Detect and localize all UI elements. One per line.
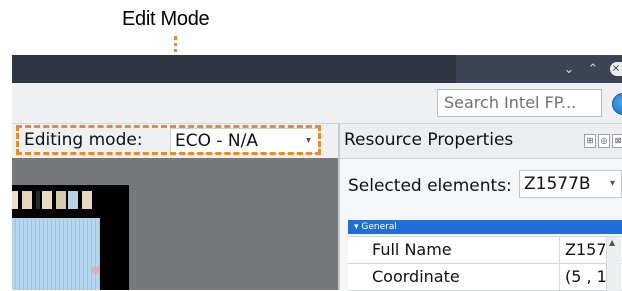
floorplan-column: [12, 191, 18, 209]
property-name: Coordinate: [348, 264, 560, 290]
properties-table: Full Name Z157 Coordinate (5 , 1 ▲: [348, 236, 622, 291]
chip-canvas[interactable]: [12, 158, 338, 290]
editing-mode-select[interactable]: ECO - N/A ▾: [170, 128, 320, 154]
table-scrollbar[interactable]: ▲: [606, 237, 621, 291]
floorplan-column: [68, 191, 78, 209]
close-icon[interactable]: ×: [610, 62, 622, 76]
editing-mode-label: Editing mode:: [24, 130, 143, 150]
floorplan-marker: [92, 266, 100, 274]
chevron-down-icon[interactable]: ⌄: [562, 62, 576, 77]
selected-elements-select[interactable]: Z1577B ▾: [519, 170, 622, 198]
property-value: (5 , 1: [565, 267, 607, 286]
panel-controls: ⊞ ◎ ⊠: [584, 134, 622, 148]
chevron-down-icon: ▾: [305, 135, 311, 146]
floorplan-column: [42, 191, 52, 209]
general-group-label: General: [361, 222, 397, 232]
floorplan-column: [82, 191, 92, 209]
close-panel-icon[interactable]: ⊠: [612, 134, 622, 148]
floorplan-column: [22, 191, 32, 209]
table-row[interactable]: Full Name Z157: [348, 237, 622, 264]
editing-mode-row: Editing mode: ECO - N/A ▾: [12, 124, 338, 159]
edit-mode-callout-title: Edit Mode: [122, 8, 210, 30]
chevron-down-icon: ▾: [609, 178, 615, 189]
selected-elements-label: Selected elements:: [348, 176, 512, 196]
resource-properties-header: Resource Properties ⊞ ◎ ⊠: [340, 124, 622, 159]
table-row[interactable]: Coordinate (5 , 1: [348, 264, 622, 291]
editing-mode-value: ECO - N/A: [175, 131, 259, 151]
general-group-header[interactable]: ▾ General: [348, 220, 622, 234]
main-toolbar: Search Intel FP...: [12, 83, 622, 124]
floorplan-column: [36, 191, 40, 209]
floorplan-grid: [12, 218, 100, 290]
property-name: Full Name: [348, 237, 560, 263]
float-icon[interactable]: ◎: [598, 134, 610, 148]
property-value: Z157: [565, 240, 607, 259]
window-titlebar: ⌄ ⌃ ×: [12, 55, 622, 83]
pin-icon[interactable]: ⊞: [584, 134, 596, 148]
chevron-up-icon[interactable]: ⌃: [586, 62, 600, 77]
selected-elements-value: Z1577B: [524, 174, 591, 194]
window-controls: ⌄ ⌃ ×: [456, 55, 622, 83]
search-input[interactable]: Search Intel FP...: [437, 89, 602, 117]
resource-properties-pane: Resource Properties ⊞ ◎ ⊠ Selected eleme…: [340, 124, 622, 291]
floorplan-column: [56, 191, 66, 209]
globe-icon[interactable]: [612, 93, 622, 115]
resource-properties-title: Resource Properties: [344, 130, 514, 150]
scroll-up-icon[interactable]: ▲: [609, 238, 615, 247]
